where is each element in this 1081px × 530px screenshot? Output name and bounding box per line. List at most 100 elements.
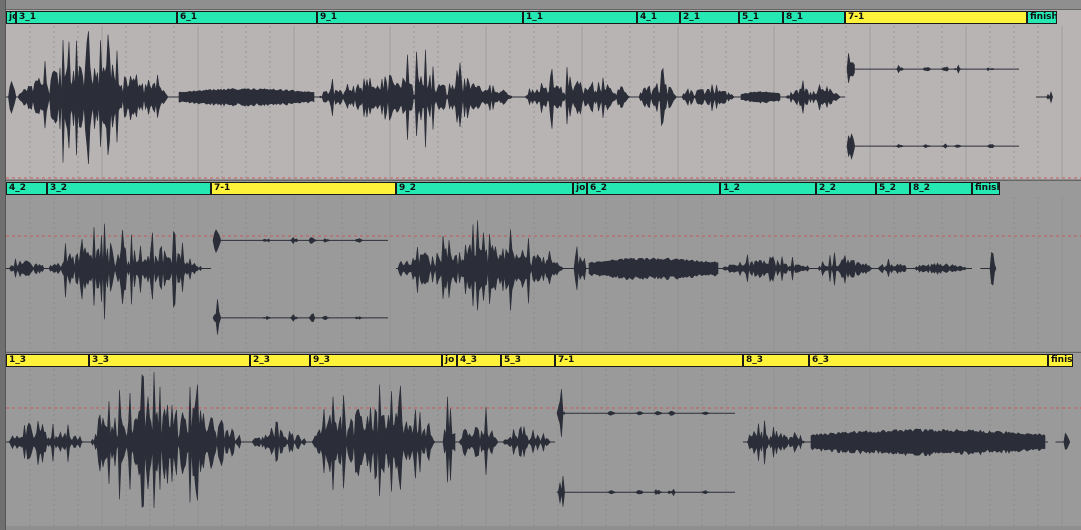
- clip-label: 4_2: [9, 183, 27, 193]
- audio-clip-header[interactable]: 2_2: [816, 182, 876, 195]
- audio-clip-header[interactable]: jo: [573, 182, 587, 195]
- clip-waveform: [457, 407, 501, 475]
- waveform-shape: [986, 67, 995, 72]
- clip-label: 5_2: [879, 183, 897, 193]
- clip-label: finish: [1030, 12, 1057, 22]
- audio-clip-header[interactable]: 1_3: [6, 354, 89, 367]
- waveform-shape: [261, 238, 271, 243]
- audio-clip-header[interactable]: jo: [442, 354, 457, 367]
- audio-clip-header[interactable]: 3_3: [89, 354, 250, 367]
- waveform-shape: [740, 91, 781, 104]
- waveform-shape: [397, 220, 571, 311]
- waveform-shape: [846, 53, 855, 83]
- waveform-shape: [48, 223, 208, 320]
- audio-clip-header[interactable]: 5_2: [876, 182, 910, 195]
- waveform-shape: [700, 490, 710, 495]
- clip-waveform: [680, 84, 739, 112]
- audio-clip-header[interactable]: jo: [6, 11, 16, 24]
- audio-clip-header[interactable]: 5_1: [739, 11, 783, 24]
- clip-label: 4_1: [640, 12, 658, 22]
- waveform-shape: [634, 411, 644, 416]
- clip-waveform: [177, 88, 317, 107]
- waveform-shape: [321, 315, 330, 321]
- clip-label: 8_3: [746, 355, 764, 365]
- clip-label: 2_3: [253, 355, 271, 365]
- audio-clip-header[interactable]: 4_1: [637, 11, 680, 24]
- clip-label: 1_1: [526, 12, 544, 22]
- waveform-shape: [573, 246, 587, 290]
- clip-waveform: [556, 389, 735, 507]
- clip-waveform: [846, 53, 1019, 161]
- waveform-shape: [588, 257, 719, 281]
- clip-label: 3_2: [50, 183, 68, 193]
- waveform-shape: [922, 67, 931, 72]
- audio-clip-header[interactable]: 4_2: [6, 182, 47, 195]
- audio-clip-header[interactable]: 2_3: [250, 354, 310, 367]
- clip-waveform: [501, 425, 555, 458]
- clip-waveform: [442, 396, 457, 483]
- audio-clip-header[interactable]: finish: [972, 182, 1000, 195]
- waveform-shape: [952, 144, 962, 148]
- audio-clip-header[interactable]: 8_2: [910, 182, 972, 195]
- clip-label: 6_3: [812, 355, 830, 365]
- audio-clip-header[interactable]: 3_1: [16, 11, 177, 24]
- clip-waveform: [47, 223, 211, 320]
- audio-clip-header[interactable]: finish: [1027, 11, 1057, 24]
- audio-clip-header[interactable]: 6_2: [587, 182, 720, 195]
- clip-waveform: [809, 428, 1048, 457]
- audio-clip-header[interactable]: finish: [1048, 354, 1073, 367]
- audio-clip-header[interactable]: 1_2: [720, 182, 816, 195]
- audio-track-2[interactable]: 4_2 3_2 7-1 9_2 jo 6_2 1_2 2_2 5_2 8_2 finish: [6, 180, 1081, 351]
- audio-clip-header[interactable]: 6_1: [177, 11, 317, 24]
- audio-clip-header[interactable]: 9_2: [396, 182, 573, 195]
- audio-track-1[interactable]: jo 3_1 6_1 9_1 1_1 4_1 2_1 5_1 8_1 7-1 finish: [6, 9, 1081, 179]
- audio-clip-header[interactable]: 1_1: [523, 11, 637, 24]
- track-3-waveform-canvas: [6, 369, 1081, 526]
- track-1-clip-headers: jo 3_1 6_1 9_1 1_1 4_1 2_1 5_1 8_1 7-1 finish: [6, 10, 1081, 24]
- clip-waveform: [89, 372, 250, 509]
- audio-clip-header[interactable]: 9_3: [310, 354, 442, 367]
- waveform-shape: [606, 490, 616, 495]
- clip-waveform: [396, 220, 573, 311]
- audio-clip-header[interactable]: 7-1: [211, 182, 396, 195]
- audio-clip-header[interactable]: 4_3: [457, 354, 501, 367]
- waveform-shape: [910, 262, 969, 275]
- waveform-shape: [311, 384, 440, 497]
- clip-label: 9_1: [320, 12, 338, 22]
- clip-waveform: [637, 67, 680, 127]
- clip-label: 4_3: [460, 355, 478, 365]
- waveform-shape: [308, 237, 317, 244]
- audio-clip-header[interactable]: 8_3: [743, 354, 809, 367]
- clip-waveform: [6, 80, 17, 115]
- audio-clip-header[interactable]: 5_3: [501, 354, 555, 367]
- waveform-shape: [261, 315, 271, 320]
- clip-label: jo: [9, 12, 15, 22]
- audio-clip-header[interactable]: 7-1: [845, 11, 1027, 24]
- waveform-shape: [989, 252, 997, 286]
- clip-waveform: [6, 258, 47, 278]
- audio-clip-header[interactable]: 6_3: [809, 354, 1048, 367]
- clip-label: jo: [576, 183, 586, 193]
- waveform-shape: [524, 66, 635, 129]
- waveform-shape: [1046, 90, 1053, 104]
- clip-label: 7-1: [558, 355, 575, 365]
- clip-waveform: [910, 262, 972, 275]
- arrangement-view[interactable]: jo 3_1 6_1 9_1 1_1 4_1 2_1 5_1 8_1 7-1 finish 4_2 3…: [0, 0, 1081, 530]
- clip-waveform: [6, 421, 89, 465]
- waveform-shape: [289, 237, 299, 245]
- audio-clip-header[interactable]: 2_1: [680, 11, 739, 24]
- clip-label: 5_1: [742, 12, 760, 22]
- clip-waveform: [317, 49, 523, 148]
- clip-waveform: [16, 31, 177, 165]
- waveform-shape: [289, 314, 299, 322]
- audio-clip-header[interactable]: 9_1: [317, 11, 523, 24]
- clip-label: 1_2: [723, 183, 741, 193]
- clip-waveform: [876, 258, 910, 277]
- waveform-shape: [654, 489, 663, 495]
- audio-clip-header[interactable]: 7-1: [555, 354, 743, 367]
- clip-waveform: [212, 229, 388, 335]
- audio-clip-header[interactable]: 8_1: [783, 11, 845, 24]
- audio-clip-header[interactable]: 3_2: [47, 182, 211, 195]
- audio-track-3[interactable]: 1_3 3_3 2_3 9_3 jo 4_3 5_3 7-1 8_3 6_3 finish: [6, 352, 1081, 526]
- waveform-shape: [354, 238, 363, 243]
